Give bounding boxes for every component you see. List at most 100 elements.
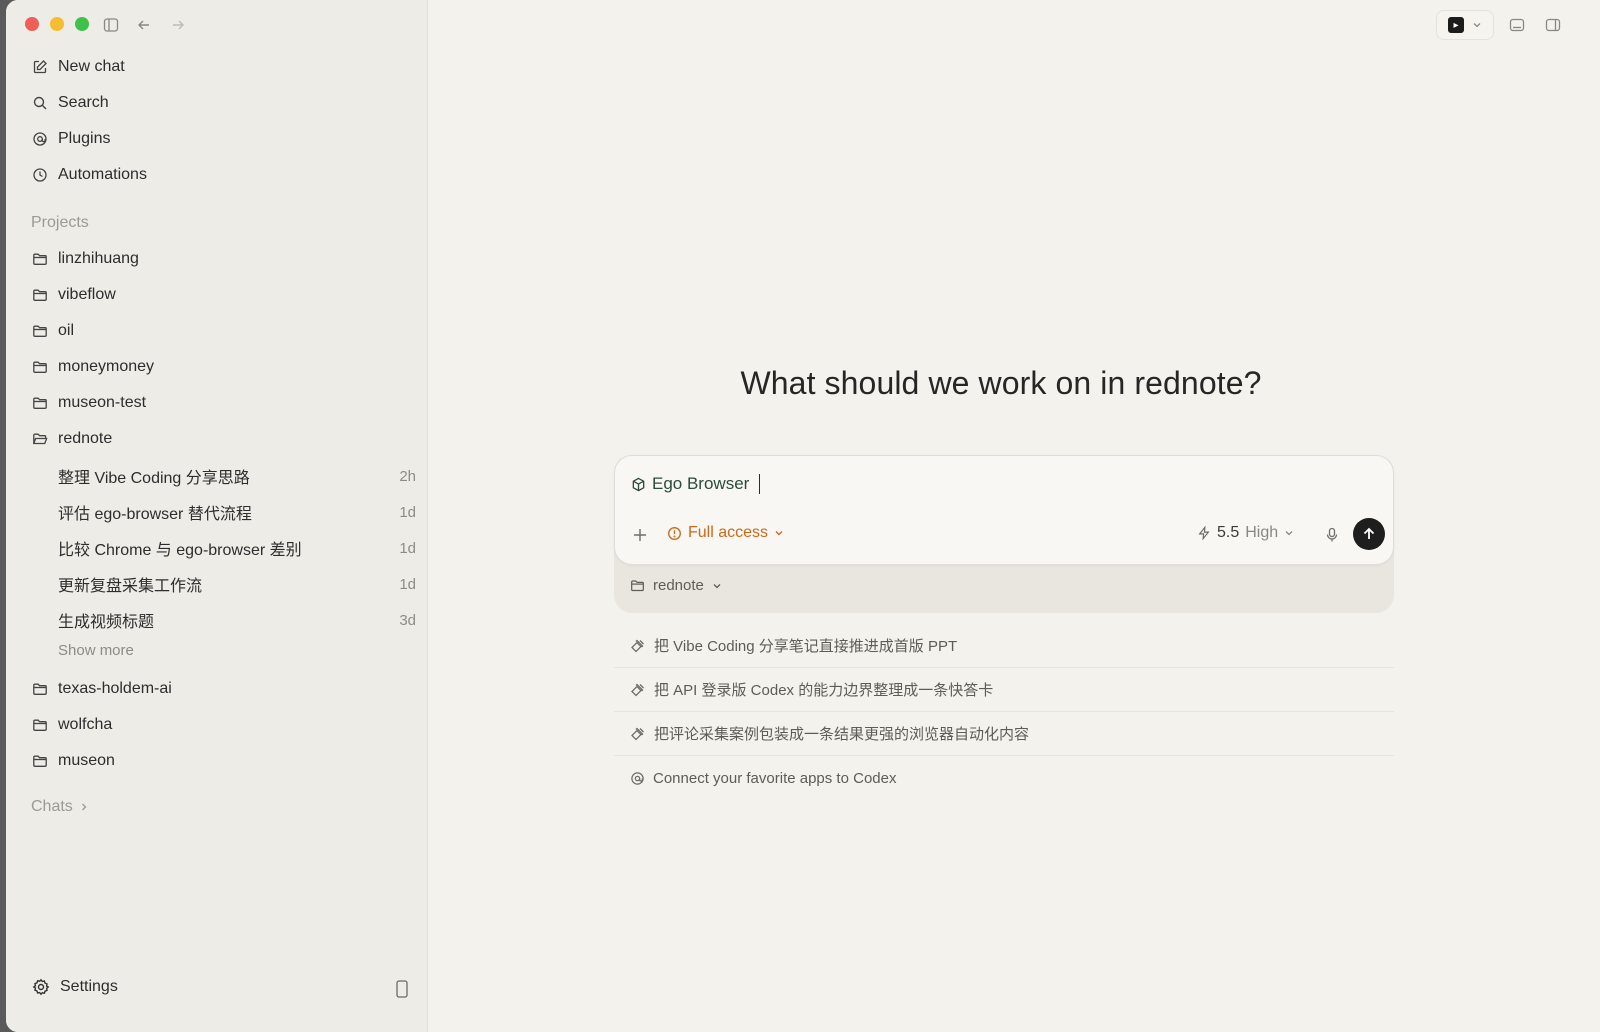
sidebar: New chat Search Plugins Automations Proj… (6, 0, 428, 1032)
text-caret (759, 474, 761, 494)
clock-icon (33, 168, 47, 182)
show-more-link[interactable]: Show more (58, 642, 134, 659)
chats-section-toggle[interactable]: Chats (31, 798, 89, 816)
prompt-input[interactable]: Ego Browser (631, 474, 761, 494)
prompt-input-value: Ego Browser (652, 474, 750, 493)
warning-circle-icon (668, 526, 681, 540)
access-level-dropdown[interactable]: Full access (667, 524, 784, 542)
forward-arrow-icon[interactable] (168, 15, 188, 35)
maximize-window-button[interactable] (75, 17, 89, 31)
chevron-right-icon (81, 803, 87, 811)
folder-icon (33, 325, 47, 337)
suggestion-icon (631, 683, 644, 696)
chevron-down-icon (1285, 531, 1293, 536)
project-folder-selector[interactable]: rednote (630, 577, 722, 594)
suggestion-text: 把评论采集案例包装成一条结果更强的浏览器自动化内容 (654, 726, 1030, 743)
folder-open-icon (32, 433, 48, 445)
chat-time: 3d (399, 611, 416, 629)
chat-item[interactable]: 整理 Vibe Coding 分享思路 2h (50, 460, 418, 492)
plus-icon (634, 529, 646, 541)
project-label: linzhihuang (58, 250, 139, 267)
project-moneymoney[interactable]: moneymoney (22, 351, 412, 383)
settings-button[interactable]: Settings (24, 974, 126, 1000)
nav-new-chat[interactable]: New chat (22, 51, 412, 83)
folder-icon (33, 289, 47, 301)
folder-icon (33, 683, 47, 695)
plugins-icon (33, 132, 47, 146)
app-window: New chat Search Plugins Automations Proj… (6, 0, 1600, 1032)
projects-section-label: Projects (31, 214, 89, 231)
suggestion-item[interactable]: 把评论采集案例包装成一条结果更强的浏览器自动化内容 (614, 712, 1394, 756)
project-museon[interactable]: museon (22, 745, 412, 777)
model-level-dropdown[interactable]: 5.5 High (1197, 524, 1294, 542)
chat-title: 整理 Vibe Coding 分享思路 (58, 470, 250, 487)
nav-label: Plugins (58, 130, 111, 147)
connect-apps-link[interactable]: Connect your favorite apps to Codex (614, 756, 1394, 800)
chevron-down-icon (713, 583, 721, 588)
project-linzhihuang[interactable]: linzhihuang (22, 243, 412, 275)
add-attachment-button[interactable] (629, 524, 651, 546)
main-panel: ▸ What should we work on in rednote? Ego… (428, 0, 1600, 1032)
minimize-window-button[interactable] (50, 17, 64, 31)
codex-logo-icon: ▸ (1448, 17, 1464, 33)
chat-item[interactable]: 比较 Chrome 与 ego-browser 差别 1d (50, 532, 418, 564)
suggestion-item[interactable]: 把 API 登录版 Codex 的能力边界整理成一条快答卡 (614, 668, 1394, 712)
model-switcher[interactable]: ▸ (1436, 10, 1494, 40)
folder-label: rednote (653, 577, 704, 594)
project-label: texas-holdem-ai (58, 680, 172, 697)
chat-item[interactable]: 评估 ego-browser 替代流程 1d (50, 496, 418, 528)
project-label: museon (58, 752, 115, 769)
send-button[interactable] (1353, 518, 1385, 550)
plugins-icon (631, 771, 644, 785)
chat-item[interactable]: 更新复盘采集工作流 1d (50, 568, 418, 600)
project-label: museon-test (58, 394, 147, 411)
nav-search[interactable]: Search (22, 87, 412, 119)
microphone-button[interactable] (1321, 524, 1343, 546)
page-title: What should we work on in rednote? (740, 365, 1262, 401)
chat-time: 2h (399, 467, 416, 485)
composer-container: Ego Browser Full access 5.5 High rednote (614, 455, 1394, 613)
project-rednote[interactable]: rednote (22, 423, 412, 455)
cube-icon (632, 477, 645, 491)
project-texas-holdem-ai[interactable]: texas-holdem-ai (22, 673, 412, 705)
nav-plugins[interactable]: Plugins (22, 123, 412, 155)
chat-time: 1d (399, 539, 416, 557)
nav-automations[interactable]: Automations (22, 159, 412, 191)
phone-icon[interactable] (392, 978, 412, 1000)
composer[interactable]: Ego Browser Full access 5.5 High (614, 455, 1394, 565)
back-arrow-icon[interactable] (134, 15, 154, 35)
toggle-sidebar-icon[interactable] (101, 15, 121, 35)
gear-icon (32, 978, 50, 996)
suggestion-text: 把 API 登录版 Codex 的能力边界整理成一条快答卡 (654, 682, 994, 699)
folder-icon (33, 253, 47, 265)
model-level: High (1245, 524, 1279, 541)
right-panel-icon[interactable] (1542, 14, 1564, 36)
project-museon-test[interactable]: museon-test (22, 387, 412, 419)
folder-icon (33, 719, 47, 731)
chat-time: 1d (399, 575, 416, 593)
edit-icon (33, 60, 47, 74)
bottom-panel-icon[interactable] (1506, 14, 1528, 36)
suggestion-icon (631, 639, 644, 652)
access-label: Full access (688, 524, 769, 541)
folder-icon (33, 755, 47, 767)
suggestion-text: 把 Vibe Coding 分享笔记直接推进成首版 PPT (654, 638, 958, 655)
arrow-up-icon (1363, 527, 1375, 539)
project-wolfcha[interactable]: wolfcha (22, 709, 412, 741)
connect-apps-text: Connect your favorite apps to Codex (653, 769, 897, 787)
chat-title: 评估 ego-browser 替代流程 (58, 506, 252, 523)
chat-title: 更新复盘采集工作流 (58, 578, 203, 595)
project-vibeflow[interactable]: vibeflow (22, 279, 412, 311)
suggestion-item[interactable]: 把 Vibe Coding 分享笔记直接推进成首版 PPT (614, 624, 1394, 668)
folder-icon (33, 361, 47, 373)
chat-item[interactable]: 生成视频标题 3d (50, 604, 418, 636)
chevron-down-icon (775, 531, 783, 536)
project-label: moneymoney (58, 358, 155, 375)
nav-label: New chat (58, 58, 125, 75)
nav-label: Automations (58, 166, 147, 183)
folder-icon (631, 580, 644, 592)
close-window-button[interactable] (25, 17, 39, 31)
chevron-down-icon (1473, 23, 1481, 28)
project-oil[interactable]: oil (22, 315, 412, 347)
nav-label: Search (58, 94, 109, 111)
